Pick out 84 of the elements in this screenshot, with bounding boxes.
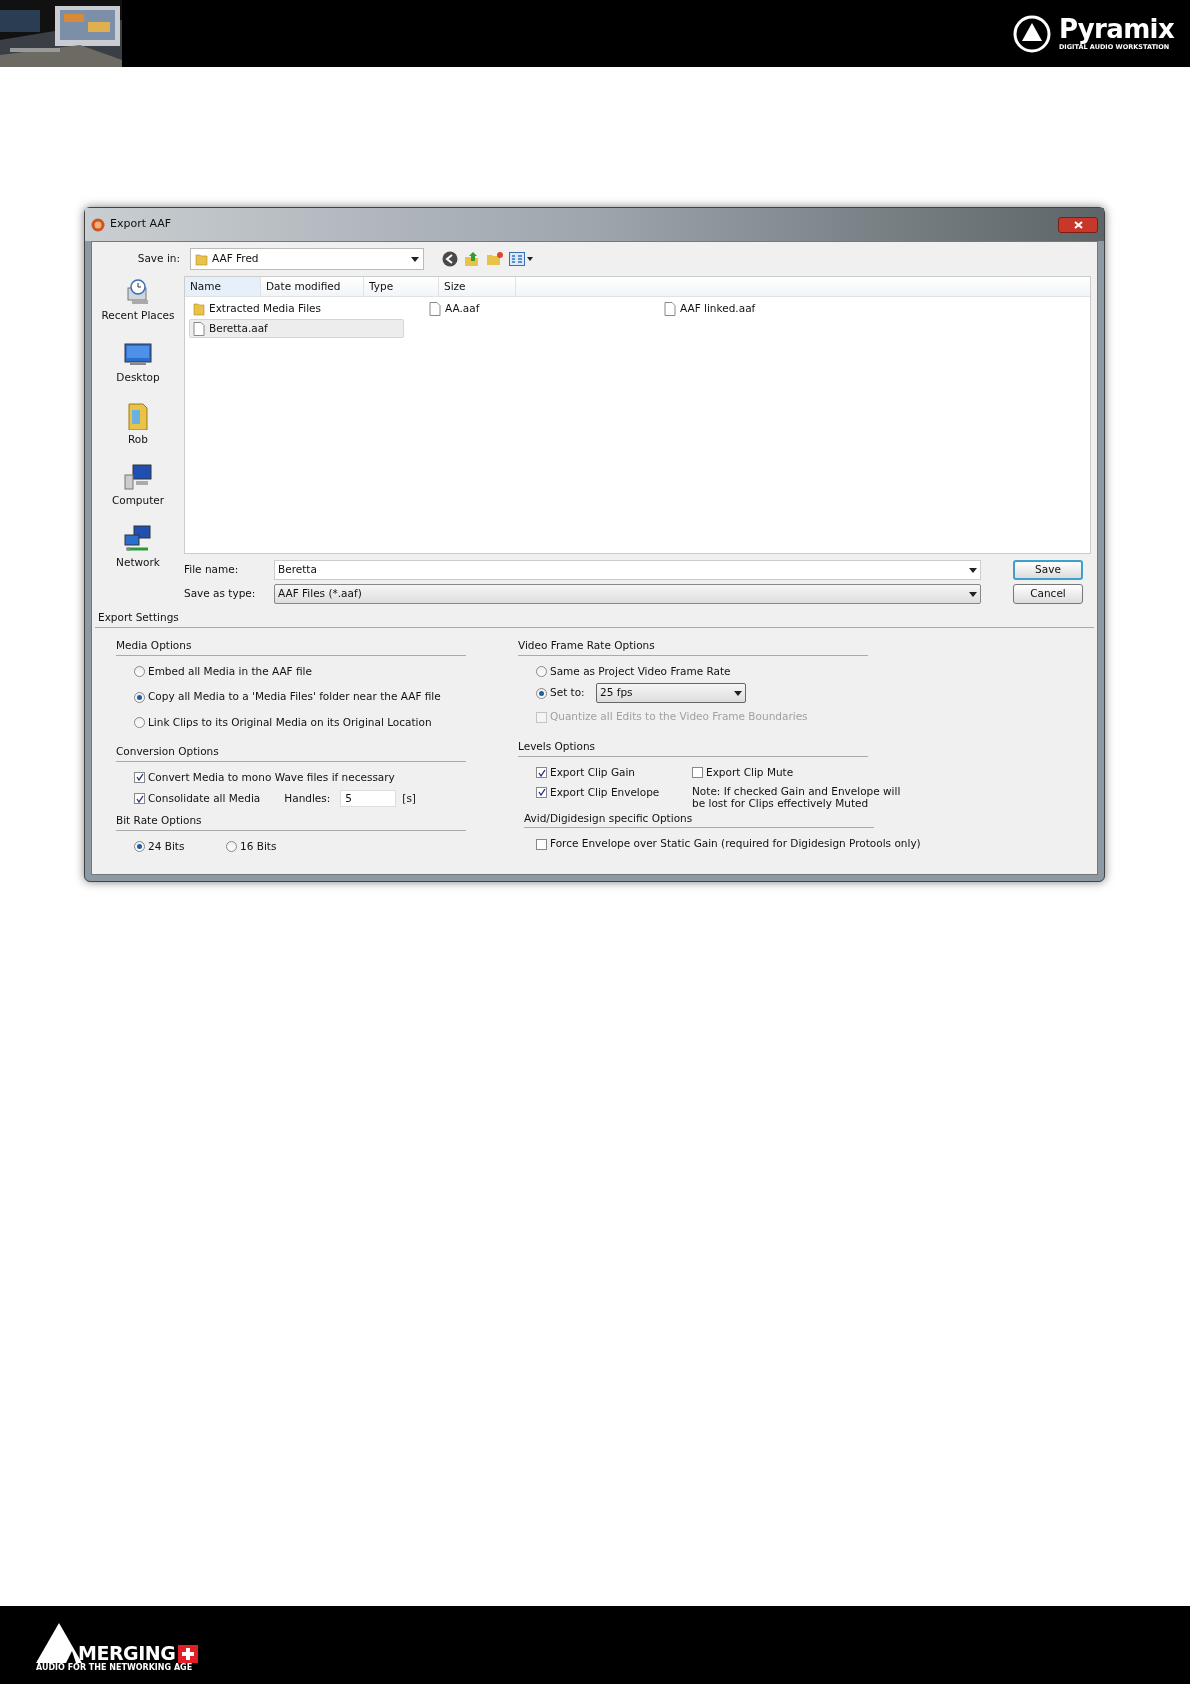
- radio-option[interactable]: Copy all Media to a 'Media Files' folder near the AAF file: [134, 689, 478, 705]
- group-title: Avid/Digidesign specific Options: [524, 811, 693, 824]
- product-name: Pyramix: [1058, 16, 1174, 43]
- folder-icon: [195, 252, 208, 266]
- window-title: Export AAF: [110, 216, 172, 233]
- note-text: Note: If checked Gain and Envelope will be lost for Clips effectively Muted: [692, 784, 902, 809]
- file-name-label: File name:: [184, 562, 240, 578]
- sidebar-item[interactable]: Recent Places: [101, 278, 175, 324]
- column-header[interactable]: Type: [364, 277, 439, 296]
- frame-rate-dropdown[interactable]: 25 fps: [596, 683, 746, 704]
- brand-tagline: AUDIO FOR THE NETWORKING AGE: [36, 1664, 194, 1672]
- up-folder-icon[interactable]: [464, 251, 480, 267]
- checkbox[interactable]: [536, 767, 547, 779]
- back-icon[interactable]: [442, 251, 458, 267]
- sidebar-item[interactable]: Rob: [124, 401, 152, 448]
- computer-icon: [124, 463, 152, 492]
- group-title: Conversion Options: [116, 744, 219, 757]
- radio-button[interactable]: [536, 687, 547, 699]
- document-icon: [193, 321, 205, 336]
- dropdown-caret-icon: [969, 591, 977, 597]
- file-item[interactable]: Beretta.aaf: [189, 319, 404, 338]
- radio-button[interactable]: [134, 841, 145, 853]
- checkbox-option[interactable]: Export Clip Gain: [536, 764, 636, 781]
- column-header[interactable]: Name: [185, 277, 261, 296]
- checkbox[interactable]: [134, 793, 145, 805]
- radio-button[interactable]: [134, 717, 145, 729]
- save-button[interactable]: Save: [1013, 560, 1083, 580]
- handles-field[interactable]: 5: [340, 790, 397, 808]
- file-item[interactable]: Extracted Media Files: [189, 299, 404, 318]
- checkbox-option[interactable]: Force Envelope over Static Gain (required for Digidesign Protools only): [536, 836, 921, 852]
- sidebar-item[interactable]: Desktop: [116, 339, 160, 386]
- brand-name: MERGING: [78, 1644, 176, 1663]
- radio-button[interactable]: [536, 665, 547, 677]
- checkbox-option[interactable]: Export Clip Envelope: [536, 784, 660, 801]
- checkbox[interactable]: [536, 786, 547, 798]
- dropdown-caret-icon: [411, 256, 419, 262]
- folder-icon: [193, 301, 205, 316]
- checkbox-option[interactable]: Consolidate all Media: [134, 790, 261, 807]
- checkbox[interactable]: [134, 771, 145, 783]
- cancel-button[interactable]: Cancel: [1013, 584, 1083, 604]
- checkbox[interactable]: [536, 838, 547, 850]
- close-icon: [1073, 220, 1083, 229]
- file-item[interactable]: AA.aaf: [425, 299, 640, 318]
- section-title: Export Settings: [97, 611, 180, 623]
- sidebar-item[interactable]: Network: [116, 525, 160, 571]
- radio-button[interactable]: [226, 841, 237, 853]
- radio-option[interactable]: Set to:: [536, 685, 596, 702]
- sidebar-item[interactable]: Computer: [111, 463, 165, 509]
- checkbox-option[interactable]: Export Clip Mute: [692, 764, 794, 781]
- save-in-dropdown[interactable]: AAF Fred: [190, 248, 424, 270]
- swiss-cross-icon: [178, 1645, 199, 1663]
- radio-option[interactable]: Same as Project Video Frame Rate: [536, 663, 938, 680]
- group-title: Video Frame Rate Options: [518, 638, 655, 651]
- radio-option[interactable]: 16 Bits: [226, 839, 318, 855]
- checkbox-option[interactable]: Convert Media to mono Wave files if necessary: [134, 769, 395, 786]
- save-as-type-dropdown[interactable]: AAF Files (*.aaf): [274, 584, 981, 604]
- file-item[interactable]: AAF linked.aaf: [660, 299, 875, 318]
- group-title: Levels Options: [518, 740, 596, 752]
- save-in-label: Save in:: [136, 251, 180, 267]
- document-icon: [664, 301, 676, 316]
- dropdown-caret-icon: [969, 567, 977, 573]
- handles-label: Handles:: [284, 790, 332, 806]
- radio-button[interactable]: [134, 691, 145, 703]
- save-in-value: AAF Fred: [212, 251, 260, 267]
- group-title: Media Options: [116, 638, 192, 651]
- network-icon: [124, 525, 152, 553]
- new-folder-icon[interactable]: [486, 251, 503, 267]
- save-as-type-label: Save as type:: [184, 586, 257, 602]
- triangle-logo-icon: [1012, 14, 1051, 53]
- column-header[interactable]: Date modified: [261, 277, 364, 296]
- column-header[interactable]: Size: [439, 277, 516, 296]
- unit-label: [s]: [402, 790, 416, 806]
- document-icon: [429, 301, 441, 316]
- radio-button[interactable]: [134, 665, 145, 677]
- radio-option[interactable]: Link Clips to its Original Media on its Original Location: [134, 715, 478, 731]
- dropdown-caret-icon: [734, 690, 742, 696]
- radio-option[interactable]: Embed all Media in the AAF file: [134, 663, 478, 680]
- app-icon: [91, 217, 105, 232]
- file-name-field[interactable]: Beretta: [274, 560, 981, 580]
- group-title: Bit Rate Options: [116, 814, 202, 827]
- view-menu-icon[interactable]: [509, 252, 533, 266]
- radio-option[interactable]: 24 Bits: [134, 839, 226, 855]
- close-button[interactable]: [1058, 216, 1098, 233]
- checkbox[interactable]: [692, 767, 703, 779]
